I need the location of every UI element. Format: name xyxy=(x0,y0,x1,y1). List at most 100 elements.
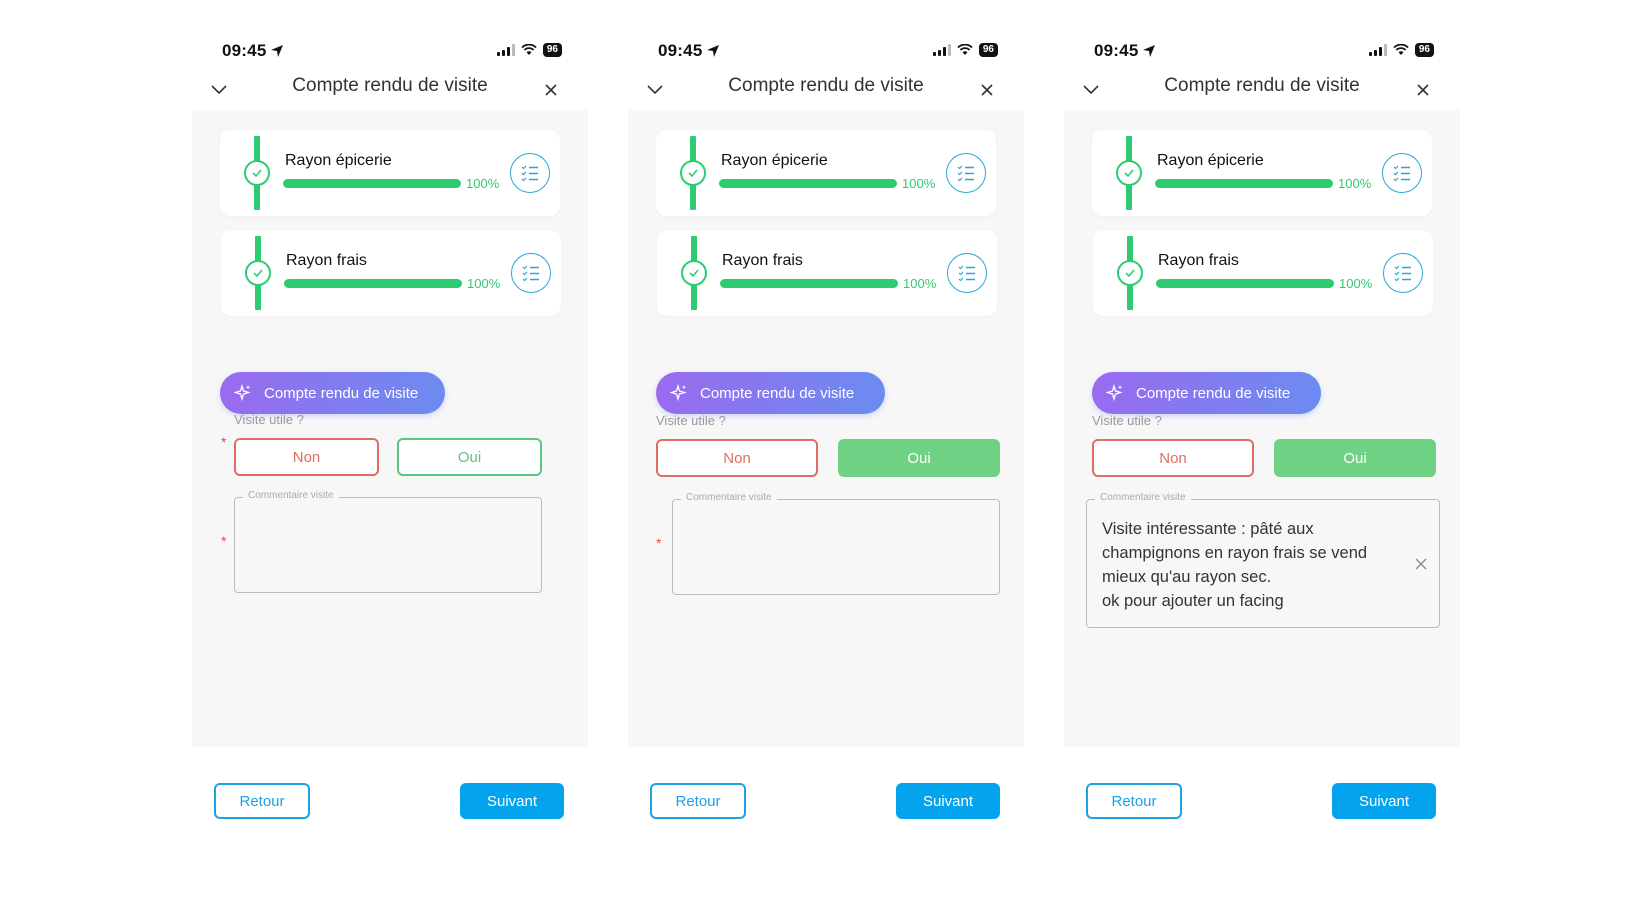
clear-icon[interactable] xyxy=(1415,558,1427,570)
check-circle-icon xyxy=(1117,260,1143,286)
cellular-signal-icon xyxy=(932,44,951,56)
content-area: Rayon épicerie 100% Rayon frais 100% Com… xyxy=(628,110,1024,747)
question-label: Visite utile ? xyxy=(234,412,304,427)
checklist-button[interactable] xyxy=(511,253,551,293)
check-circle-icon xyxy=(1116,160,1142,186)
cellular-signal-icon xyxy=(496,44,515,56)
choice-non-button[interactable]: Non xyxy=(656,439,818,477)
status-icons: 96 xyxy=(496,43,562,57)
back-button[interactable]: Retour xyxy=(1086,783,1182,819)
wifi-icon xyxy=(1393,44,1409,55)
status-time: 09:45 xyxy=(1094,41,1156,61)
section-card-frais[interactable]: Rayon frais 100% xyxy=(1093,230,1433,316)
next-button[interactable]: Suivant xyxy=(1332,783,1436,819)
comment-legend: Commentaire visite xyxy=(243,490,339,501)
location-arrow-icon xyxy=(1143,45,1156,57)
comment-field[interactable]: Commentaire visite xyxy=(672,492,1000,595)
progress-bar xyxy=(284,279,462,288)
wifi-icon xyxy=(957,44,973,55)
checklist-button[interactable] xyxy=(947,253,987,293)
sparkles-icon xyxy=(1106,384,1123,402)
page-title: Compte rendu de visite xyxy=(1164,75,1360,96)
choice-non-button[interactable]: Non xyxy=(234,438,379,476)
phone-screen-3: 09:45 96 Compte rendu de visite Rayon ép… xyxy=(1064,0,1460,901)
choice-oui-button[interactable]: Oui xyxy=(397,438,542,476)
progress-percent: 100% xyxy=(467,276,501,291)
close-icon[interactable] xyxy=(544,83,558,97)
phone-screen-2: 09:45 96 Compte rendu de visite Rayon ép… xyxy=(628,0,1024,901)
choice-oui-button[interactable]: Oui xyxy=(1274,439,1436,477)
progress-bar xyxy=(283,179,461,188)
status-time: 09:45 xyxy=(222,41,284,61)
checklist-button[interactable] xyxy=(510,153,550,193)
wifi-icon xyxy=(521,44,537,55)
comment-legend: Commentaire visite xyxy=(1095,492,1191,503)
check-circle-icon xyxy=(681,260,707,286)
next-button[interactable]: Suivant xyxy=(460,783,564,819)
section-label: Rayon frais xyxy=(286,252,367,269)
sparkles-icon xyxy=(234,384,251,402)
section-card-epicerie[interactable]: Rayon épicerie 100% xyxy=(1092,130,1432,216)
battery-icon: 96 xyxy=(1414,43,1434,57)
page-title: Compte rendu de visite xyxy=(728,75,924,96)
sparkles-icon xyxy=(670,384,687,402)
checklist-icon xyxy=(1394,265,1411,281)
checklist-button[interactable] xyxy=(1383,253,1423,293)
next-button[interactable]: Suivant xyxy=(896,783,1000,819)
section-label: Rayon épicerie xyxy=(285,152,392,169)
check-circle-icon xyxy=(244,160,270,186)
checklist-icon xyxy=(521,165,538,181)
checklist-icon xyxy=(522,265,539,281)
progress-percent: 100% xyxy=(466,176,500,191)
status-icons: 96 xyxy=(932,43,998,57)
comment-field[interactable]: Commentaire visite Visite intéressante :… xyxy=(1086,492,1440,628)
status-time: 09:45 xyxy=(658,41,720,61)
checklist-button[interactable] xyxy=(1382,153,1422,193)
required-mark: * xyxy=(221,533,227,549)
check-circle-icon xyxy=(245,260,271,286)
progress-percent: 100% xyxy=(903,276,937,291)
back-button[interactable]: Retour xyxy=(214,783,310,819)
section-card-frais[interactable]: Rayon frais 100% xyxy=(221,230,561,316)
comment-value: Visite intéressante : pâté aux champigno… xyxy=(1102,520,1368,610)
phone-screen-1: 09:45 96 Compte rendu de visite Rayon ép… xyxy=(192,0,588,901)
page-title: Compte rendu de visite xyxy=(292,75,488,96)
ai-report-label: Compte rendu de visite xyxy=(264,384,419,402)
question-label: Visite utile ? xyxy=(656,413,726,428)
ai-report-button[interactable]: Compte rendu de visite xyxy=(220,372,445,414)
required-mark: * xyxy=(221,434,227,450)
ai-report-label: Compte rendu de visite xyxy=(700,384,855,402)
ai-report-button[interactable]: Compte rendu de visite xyxy=(1092,372,1321,414)
progress-percent: 100% xyxy=(1339,276,1373,291)
location-arrow-icon xyxy=(271,45,284,57)
checklist-icon xyxy=(958,265,975,281)
battery-icon: 96 xyxy=(978,43,998,57)
progress-bar xyxy=(1156,279,1334,288)
progress-bar xyxy=(720,279,898,288)
required-mark: * xyxy=(656,535,662,551)
section-card-frais[interactable]: Rayon frais 100% xyxy=(657,230,997,316)
section-card-epicerie[interactable]: Rayon épicerie 100% xyxy=(220,130,560,216)
check-circle-icon xyxy=(680,160,706,186)
back-button[interactable]: Retour xyxy=(650,783,746,819)
battery-icon: 96 xyxy=(542,43,562,57)
content-area: Rayon épicerie 100% Rayon frais 100% Com… xyxy=(192,110,588,747)
section-label: Rayon épicerie xyxy=(721,152,828,169)
progress-bar xyxy=(1155,179,1333,188)
choice-non-button[interactable]: Non xyxy=(1092,439,1254,477)
progress-percent: 100% xyxy=(902,176,936,191)
close-icon[interactable] xyxy=(1416,83,1430,97)
section-label: Rayon frais xyxy=(1158,252,1239,269)
content-area: Rayon épicerie 100% Rayon frais 100% Com… xyxy=(1064,110,1460,747)
close-icon[interactable] xyxy=(980,83,994,97)
choice-oui-button[interactable]: Oui xyxy=(838,439,1000,477)
section-card-epicerie[interactable]: Rayon épicerie 100% xyxy=(656,130,996,216)
comment-legend: Commentaire visite xyxy=(681,492,777,503)
comment-field[interactable]: Commentaire visite xyxy=(234,490,542,593)
checklist-button[interactable] xyxy=(946,153,986,193)
cellular-signal-icon xyxy=(1368,44,1387,56)
status-icons: 96 xyxy=(1368,43,1434,57)
ai-report-label: Compte rendu de visite xyxy=(1136,384,1291,402)
question-label: Visite utile ? xyxy=(1092,413,1162,428)
ai-report-button[interactable]: Compte rendu de visite xyxy=(656,372,885,414)
